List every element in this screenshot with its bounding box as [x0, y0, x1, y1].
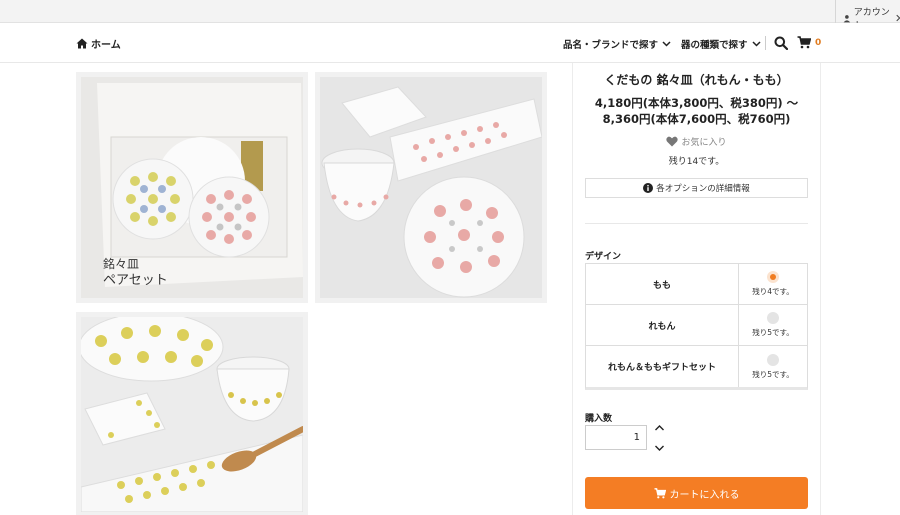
section-divider [585, 223, 808, 224]
product-image [320, 77, 542, 298]
chevron-down-icon [662, 41, 671, 47]
cart-icon[interactable] [797, 36, 811, 49]
option-radio-selected[interactable] [767, 271, 779, 283]
nav-brand-dropdown[interactable]: 品名・ブランドで探す [563, 37, 671, 51]
top-bar-divider [835, 0, 836, 23]
nav-type-dropdown[interactable]: 器の種類で探す [681, 37, 761, 51]
option-row-momo[interactable]: もも 残り4です。 [586, 264, 807, 305]
option-stock: 残り5です。 [752, 328, 794, 337]
search-icon[interactable] [774, 36, 788, 50]
chevron-down-icon[interactable] [654, 443, 665, 453]
favorite-label: お気に入り [681, 138, 727, 148]
cart-count-badge: 0 [815, 38, 822, 48]
option-radio[interactable] [767, 353, 779, 366]
heart-icon [666, 136, 679, 147]
cart-icon [654, 487, 666, 498]
photo-caption-line2: ペアセット [103, 273, 168, 288]
option-row-gift-set[interactable]: れもん＆ももギフトセット 残り5です。 [586, 346, 807, 387]
product-photo-2[interactable] [315, 72, 547, 303]
site-header: ホーム 品名・ブランドで探す 器の種類で探す 0 [0, 23, 900, 63]
option-stock: 残り4です。 [752, 287, 794, 296]
quantity-input[interactable] [585, 425, 647, 450]
stock-remaining: 残り14です。 [668, 157, 725, 167]
design-label: デザイン [585, 252, 622, 262]
favorite-button[interactable]: お気に入り [572, 135, 821, 148]
add-to-cart-label: カートに入れる [669, 489, 740, 501]
add-to-cart-button[interactable]: カートに入れる [585, 477, 808, 509]
product-title: くだもの 銘々皿（れもん・もも） [604, 73, 789, 87]
header-divider [765, 36, 766, 50]
option-name: れもん＆ももギフトセット [586, 346, 739, 387]
option-radio[interactable] [767, 312, 779, 324]
design-options: もも 残り4です。 れもん 残り5です。 れもん＆ももギフトセット 残り5です。 [585, 263, 808, 390]
option-details-button[interactable]: 各オプションの詳細情報 [585, 178, 808, 198]
option-row-lemon[interactable]: れもん 残り5です。 [586, 305, 807, 346]
product-price: 4,180円(本体3,800円、税380円) 〜 8,360円(本体7,600円… [594, 96, 799, 126]
product-photo-3[interactable] [76, 312, 308, 515]
product-image [81, 317, 303, 512]
photo-caption-line1: 銘々皿 [103, 256, 139, 271]
option-details-label: 各オプションの詳細情報 [656, 184, 750, 194]
info-icon [643, 183, 654, 193]
top-bar: アカウント [0, 0, 900, 31]
chevron-down-icon [751, 41, 761, 47]
chevron-up-icon[interactable] [654, 423, 665, 433]
nav-type-label: 器の種類で探す [681, 40, 748, 51]
quantity-label: 購入数 [585, 414, 613, 424]
product-image: 銘々皿 ペアセット [81, 77, 303, 298]
user-icon [843, 14, 851, 22]
option-name: もも [586, 264, 739, 304]
product-photo-1[interactable]: 銘々皿 ペアセット [76, 72, 308, 303]
option-name: れもん [586, 305, 739, 345]
nav-brand-label: 品名・ブランドで探す [563, 40, 659, 51]
home-label: ホーム [91, 40, 121, 51]
option-stock: 残り5です。 [752, 369, 794, 379]
home-icon [76, 38, 88, 49]
home-link[interactable]: ホーム [76, 36, 121, 51]
chevron-right-icon [896, 14, 900, 22]
